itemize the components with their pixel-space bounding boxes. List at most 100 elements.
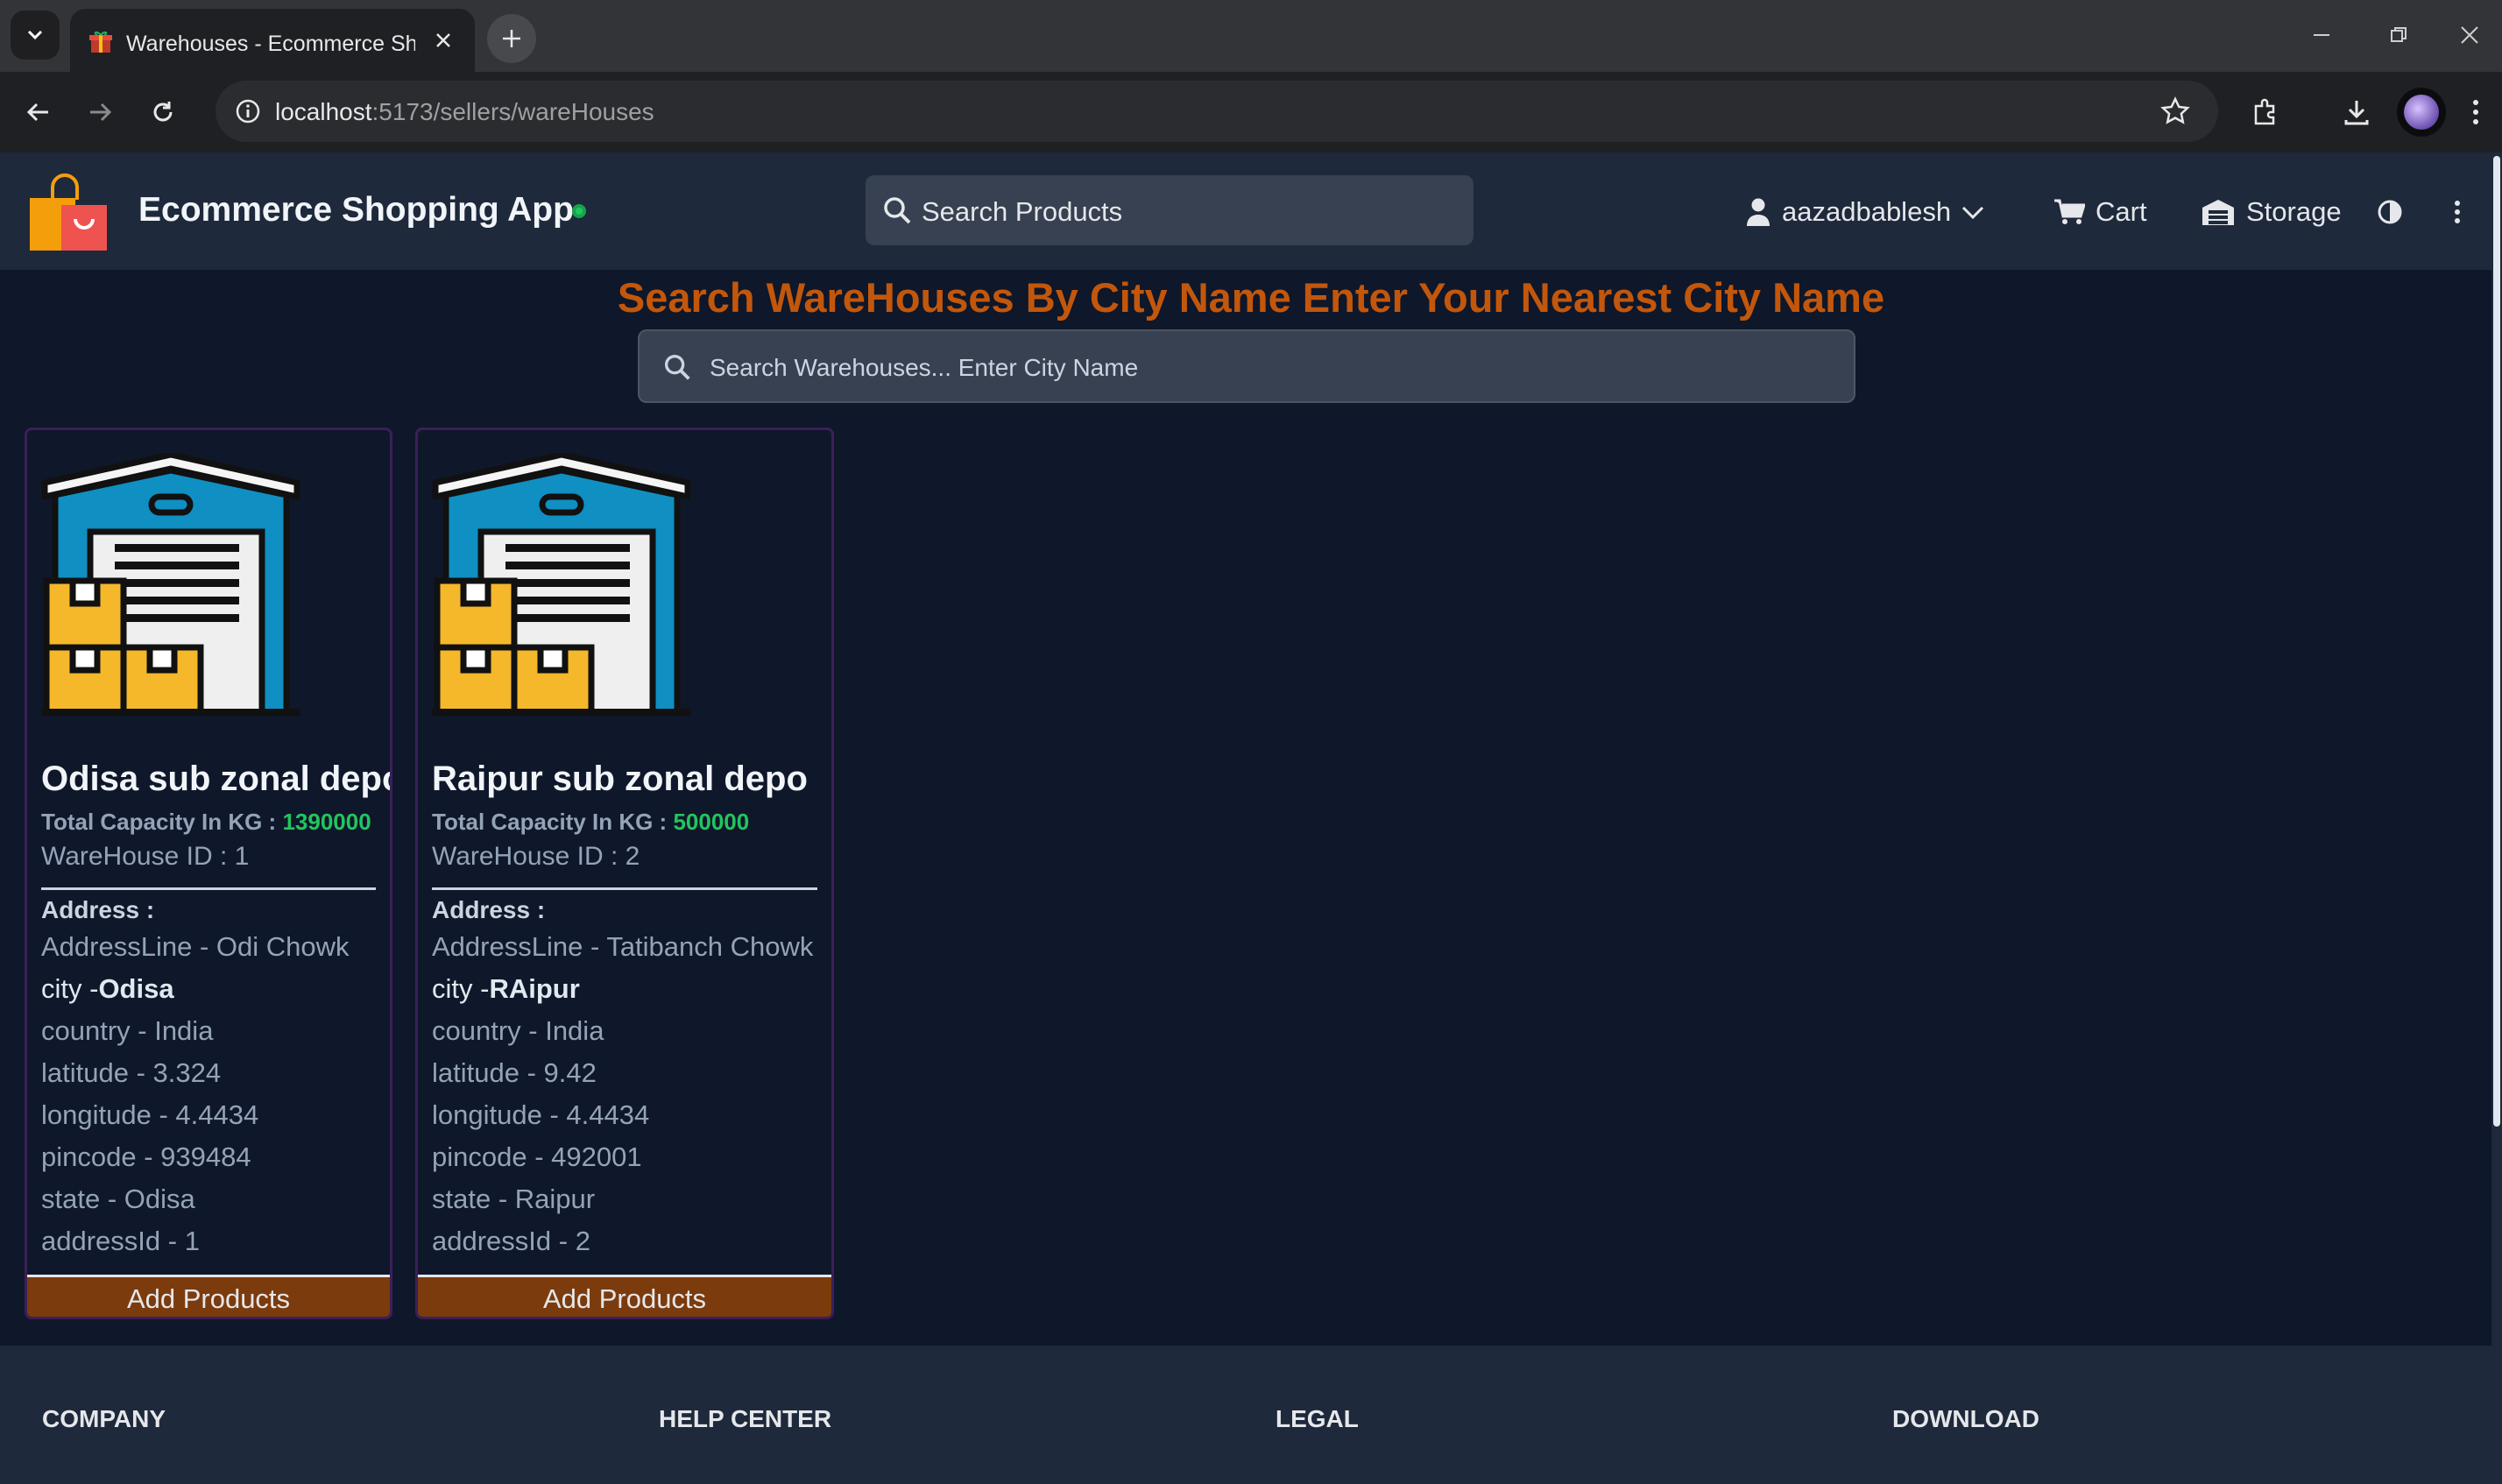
storage-button[interactable]: Storage [2201, 189, 2342, 235]
download-icon [2344, 101, 2369, 125]
capacity-label: Total Capacity In KG : [432, 809, 674, 835]
restore-window-button[interactable] [2360, 0, 2437, 70]
city-value: Odisa [98, 973, 174, 1004]
latitude: latitude - 3.324 [41, 1057, 222, 1088]
country: country - India [41, 1015, 214, 1046]
warehouse-name: Raipur sub zonal depo [432, 760, 808, 798]
warehouse-icon [2202, 200, 2234, 225]
minimize-window-button[interactable] [2283, 0, 2360, 70]
cart-icon [2054, 199, 2085, 224]
divider [41, 887, 376, 890]
gift-favicon-icon [89, 31, 112, 53]
city-prefix: city - [432, 973, 490, 1004]
shopping-bag-logo-icon[interactable] [26, 170, 110, 254]
page-scrollbar-thumb[interactable] [2493, 156, 2500, 1127]
url-text: localhost:5173/sellers/wareHouses [275, 98, 654, 126]
address-id: addressId - 2 [432, 1226, 590, 1256]
minimize-icon [2314, 34, 2329, 36]
online-status-icon [572, 204, 586, 218]
cart-label: Cart [2096, 196, 2147, 227]
address-line: AddressLine - Odi Chowk [41, 931, 350, 962]
address-id: addressId - 1 [41, 1226, 200, 1256]
theme-toggle-button[interactable] [2376, 189, 2414, 235]
chevron-down-icon [27, 30, 43, 40]
product-search-placeholder: Search Products [922, 196, 1123, 227]
warehouse-id: WareHouse ID : 1 [41, 842, 250, 871]
product-search-input[interactable]: Search Products [866, 175, 1474, 245]
footer-heading-legal: LEGAL [1276, 1405, 1359, 1432]
address-label: Address : [41, 896, 155, 923]
avatar-image [2404, 95, 2439, 130]
footer-heading-help-center: HELP CENTER [659, 1405, 832, 1432]
app-menu-button[interactable] [2453, 189, 2472, 235]
warehouse-card: Odisa sub zonal depo Total Capacity In K… [25, 428, 392, 1319]
page-footer: COMPANY HELP CENTER LEGAL DOWNLOAD [0, 1346, 2502, 1484]
warehouse-search-input[interactable]: Search Warehouses... Enter City Name [638, 329, 1855, 403]
latitude: latitude - 9.42 [432, 1057, 597, 1088]
info-icon [236, 99, 260, 124]
warehouse-search-placeholder: Search Warehouses... Enter City Name [710, 354, 1139, 381]
back-button[interactable] [14, 88, 63, 137]
url-host: localhost [275, 98, 372, 125]
browser-tab-active[interactable]: Warehouses - Ecommerce Shop [70, 9, 475, 72]
country: country - India [432, 1015, 604, 1046]
site-info-button[interactable] [226, 89, 270, 133]
brand-title[interactable]: Ecommerce Shopping App [138, 191, 574, 230]
capacity-row: Total Capacity In KG : 500000 [432, 809, 749, 836]
profile-avatar[interactable] [2397, 88, 2446, 137]
divider [432, 887, 817, 890]
puzzle-icon [2254, 98, 2275, 125]
longitude: longitude - 4.4434 [41, 1099, 259, 1130]
pincode: pincode - 492001 [432, 1141, 642, 1172]
tab-search-button[interactable] [11, 11, 60, 60]
reload-icon [153, 102, 173, 122]
cart-button[interactable]: Cart [2053, 189, 2147, 235]
warehouse-name: Odisa sub zonal depo [41, 760, 392, 798]
longitude: longitude - 4.4434 [432, 1099, 650, 1130]
app-header: Ecommerce Shopping App Search Products a… [0, 152, 2502, 270]
add-products-button[interactable]: Add Products [418, 1275, 831, 1317]
reload-button[interactable] [138, 88, 187, 137]
capacity-value: 500000 [673, 809, 750, 835]
capacity-row: Total Capacity In KG : 1390000 [41, 809, 371, 836]
close-icon [2461, 26, 2478, 44]
chevron-down-icon [1962, 206, 1984, 220]
browser-menu-button[interactable] [2458, 88, 2493, 137]
address-label: Address : [432, 896, 546, 923]
extensions-button[interactable] [2241, 88, 2290, 137]
new-tab-button[interactable] [487, 14, 536, 63]
user-menu-button[interactable]: aazadbablesh [1745, 189, 1986, 235]
browser-tab-bar: Warehouses - Ecommerce Shop [0, 0, 2502, 72]
url-path: :5173/sellers/wareHouses [371, 98, 654, 125]
state: state - Raipur [432, 1184, 596, 1214]
kebab-menu-icon [2455, 201, 2460, 223]
search-icon [664, 354, 690, 380]
close-icon [436, 33, 450, 47]
footer-heading-download: DOWNLOAD [1892, 1405, 2039, 1432]
user-icon [1747, 198, 1770, 226]
star-icon [2160, 96, 2190, 124]
add-products-button[interactable]: Add Products [27, 1275, 390, 1317]
city-value: RAipur [489, 973, 580, 1004]
warehouse-id: WareHouse ID : 2 [432, 842, 640, 871]
page-heading: Search WareHouses By City Name Enter You… [617, 274, 1885, 321]
bookmark-button[interactable] [2157, 93, 2194, 130]
tab-close-button[interactable] [428, 25, 459, 56]
address-bar[interactable]: localhost:5173/sellers/wareHouses [216, 81, 2218, 142]
state: state - Odisa [41, 1184, 195, 1214]
warehouse-illustration-icon [41, 453, 300, 716]
close-window-button[interactable] [2437, 0, 2502, 70]
restore-icon [2391, 27, 2407, 42]
arrow-left-icon [26, 102, 48, 122]
tab-title: Warehouses - Ecommerce Shop [126, 32, 415, 56]
city-row: city -RAipur [432, 973, 580, 1005]
pincode: pincode - 939484 [41, 1141, 251, 1172]
downloads-button[interactable] [2332, 88, 2381, 137]
forward-button[interactable] [75, 88, 124, 137]
username-label: aazadbablesh [1782, 196, 1952, 227]
plus-icon [503, 30, 520, 47]
capacity-label: Total Capacity In KG : [41, 809, 283, 835]
warehouse-illustration-icon [432, 453, 691, 716]
capacity-value: 1390000 [282, 809, 371, 835]
storage-label: Storage [2246, 196, 2342, 227]
